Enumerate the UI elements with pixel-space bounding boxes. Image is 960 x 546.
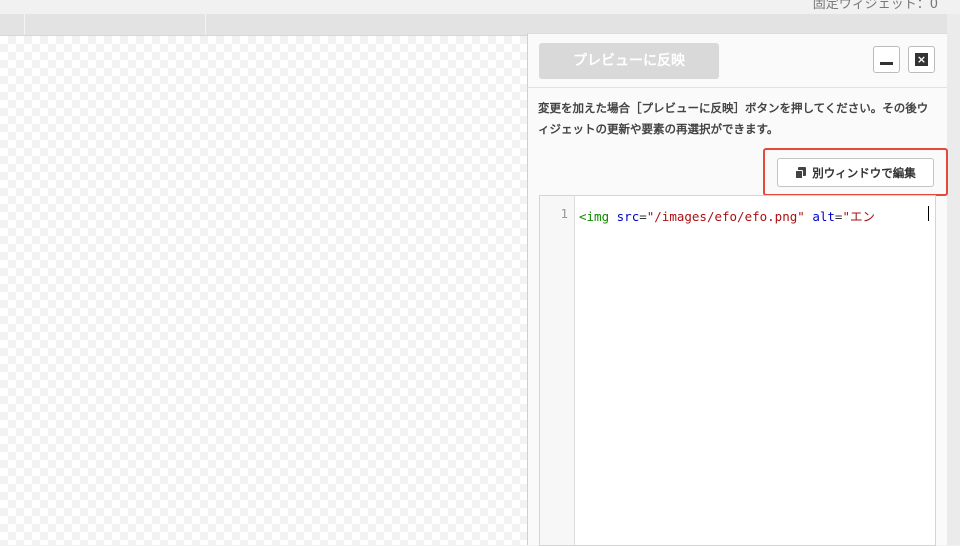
text-cursor	[928, 206, 929, 221]
close-icon: ×	[915, 53, 928, 66]
close-button[interactable]: ×	[908, 46, 935, 73]
preview-canvas[interactable]	[0, 36, 527, 545]
minimize-icon	[880, 62, 893, 65]
edit-in-new-window-button[interactable]: 別ウィンドウで編集	[777, 158, 934, 187]
tag-bracket: <	[579, 209, 587, 224]
panel-divider	[528, 87, 947, 88]
panel-description: 変更を加えた場合［プレビューに反映］ボタンを押してください。その後ウィジェットの…	[538, 101, 929, 136]
alt-value: "エン	[842, 209, 875, 224]
minimize-button[interactable]	[873, 46, 900, 73]
line-gutter: 1	[540, 196, 575, 545]
copy-icon	[795, 166, 807, 179]
ruler-tick	[205, 14, 206, 35]
scrollbar-track[interactable]	[947, 14, 960, 545]
reflect-to-preview-button[interactable]: プレビューに反映	[539, 43, 719, 79]
line-number: 1	[560, 206, 568, 221]
src-value: "/images/efo/efo.png"	[646, 209, 805, 224]
equals-sign: =	[639, 209, 647, 224]
fixed-widget-count: 固定ウィジェット：0	[812, 0, 938, 12]
top-bar: 固定ウィジェット：0	[0, 0, 960, 14]
tag-name: img	[586, 209, 610, 224]
ruler-tick	[24, 14, 25, 35]
code-line[interactable]: <img src="/images/efo/efo.png" alt="エン	[579, 206, 875, 225]
attr-alt: alt	[812, 209, 835, 224]
code-editor[interactable]: 1 <img src="/images/efo/efo.png" alt="エン	[539, 195, 936, 546]
attr-src: src	[616, 209, 640, 224]
code-editor-panel: プレビューに反映 × 変更を加えた場合［プレビューに反映］ボタンを押してください…	[527, 33, 948, 546]
edit-in-new-window-label: 別ウィンドウで編集	[812, 165, 916, 180]
